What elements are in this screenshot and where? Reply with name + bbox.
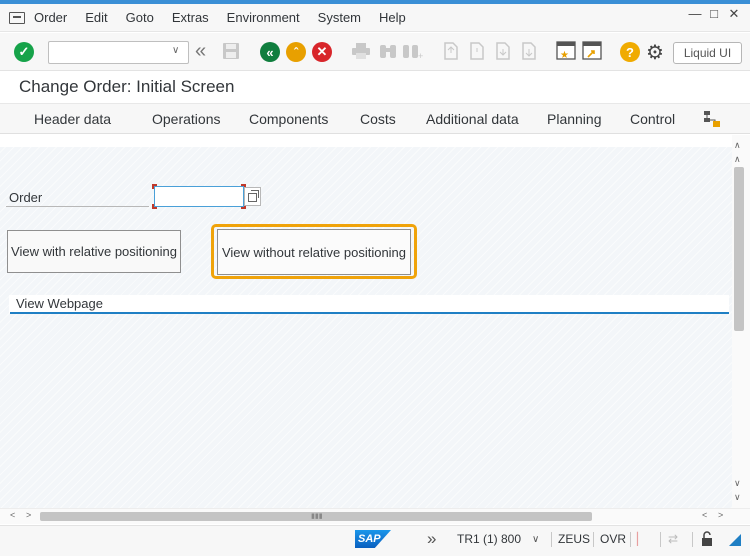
tab-components[interactable]: Components (249, 111, 328, 127)
tab-control[interactable]: Control (630, 111, 675, 127)
tab-planning[interactable]: Planning (547, 111, 602, 127)
cancel-icon[interactable]: ✕ (312, 42, 332, 62)
required-marker (152, 184, 157, 189)
resize-icon[interactable] (729, 534, 741, 549)
save-icon[interactable] (222, 42, 240, 65)
tab-costs[interactable]: Costs (360, 111, 396, 127)
scroll-up-icon[interactable]: ∧ (734, 154, 741, 165)
scroll-left-icon[interactable]: < (10, 510, 15, 520)
webpage-title-underline (10, 312, 729, 314)
menu-environment[interactable]: Environment (227, 10, 300, 25)
shortcut-icon[interactable] (582, 41, 602, 64)
view-relative-positioning-button[interactable]: View with relative positioning (7, 230, 181, 273)
exit-icon[interactable]: ˆ (286, 42, 306, 62)
menu-goto[interactable]: Goto (126, 10, 154, 25)
svg-text:+: + (418, 51, 423, 60)
webpage-title: View Webpage (16, 296, 103, 311)
scroll-left-icon[interactable]: > (26, 510, 31, 520)
lock-icon[interactable] (701, 531, 715, 550)
main-content: Order View with relative positioning Vie… (0, 135, 732, 508)
print-icon[interactable] (351, 42, 371, 65)
transaction-icon: ▏ (637, 532, 647, 546)
server-name: ZEUS (558, 532, 591, 546)
command-field[interactable] (48, 41, 189, 64)
first-page-icon[interactable] (442, 42, 460, 63)
menu-order[interactable]: Order (34, 10, 67, 25)
page-title: Change Order: Initial Screen (19, 77, 235, 96)
scroll-left-icon[interactable]: < (702, 510, 707, 520)
create-session-icon[interactable]: ★ (556, 41, 576, 64)
last-page-icon[interactable] (520, 42, 538, 63)
next-page-icon[interactable] (494, 42, 512, 63)
settings-gear-icon[interactable]: ⚙ (646, 40, 664, 65)
order-input[interactable] (154, 186, 244, 207)
help-icon[interactable]: ? (620, 42, 640, 62)
enter-icon[interactable]: ✓ (14, 42, 34, 62)
required-marker (152, 204, 157, 209)
find-next-icon[interactable]: + (402, 42, 424, 65)
order-label: Order (9, 190, 43, 205)
system-toolbar: ✓ ∨ « « ˆ ✕ + ★ ? ⚙ Liquid UI (0, 33, 750, 71)
vertical-scroll-thumb[interactable] (734, 167, 744, 331)
scroll-down-icon[interactable]: ∨ (734, 478, 741, 489)
svg-text:★: ★ (560, 50, 569, 61)
scroll-grip-icon: ▮▮▮ (311, 513, 323, 520)
double-right-icon[interactable]: » (427, 529, 436, 549)
view-without-relative-positioning-button[interactable]: View without relative positioning (217, 229, 411, 275)
connection-icon: ⇄ (668, 532, 679, 546)
find-icon[interactable] (378, 42, 398, 65)
tab-additional-data[interactable]: Additional data (426, 111, 519, 127)
previous-page-icon[interactable] (468, 42, 486, 63)
flowchart-icon[interactable] (703, 110, 721, 128)
system-info-chevron-icon[interactable]: ∨ (532, 534, 539, 545)
menu-icon[interactable] (9, 11, 25, 24)
insert-mode[interactable]: OVR (600, 532, 626, 546)
scroll-up-icon[interactable]: ∧ (734, 140, 741, 151)
order-label-underline (6, 206, 149, 207)
menu-edit[interactable]: Edit (85, 10, 107, 25)
application-toolbar: Header data Operations Components Costs … (0, 103, 750, 134)
menu-system[interactable]: System (318, 10, 361, 25)
menu-bar: Order Edit Goto Extras Environment Syste… (0, 4, 750, 32)
scroll-right-icon[interactable]: > (718, 510, 723, 520)
scroll-down-icon[interactable]: ∨ (734, 492, 741, 503)
liquid-ui-button[interactable]: Liquid UI (673, 42, 742, 64)
tab-operations[interactable]: Operations (152, 111, 220, 127)
webpage-header (9, 295, 729, 313)
menu-extras[interactable]: Extras (172, 10, 209, 25)
maximize-icon[interactable]: □ (706, 6, 722, 21)
close-icon[interactable]: ✕ (726, 6, 742, 22)
back-icon[interactable]: « (260, 42, 280, 62)
dropdown-chevron-icon[interactable]: ∨ (172, 45, 179, 56)
tab-header-data[interactable]: Header data (34, 111, 111, 127)
value-help-icon[interactable] (244, 187, 261, 206)
system-info[interactable]: TR1 (1) 800 (457, 532, 521, 546)
minimize-icon[interactable]: — (687, 6, 703, 21)
double-left-icon[interactable]: « (195, 40, 206, 63)
menu-help[interactable]: Help (379, 10, 406, 25)
